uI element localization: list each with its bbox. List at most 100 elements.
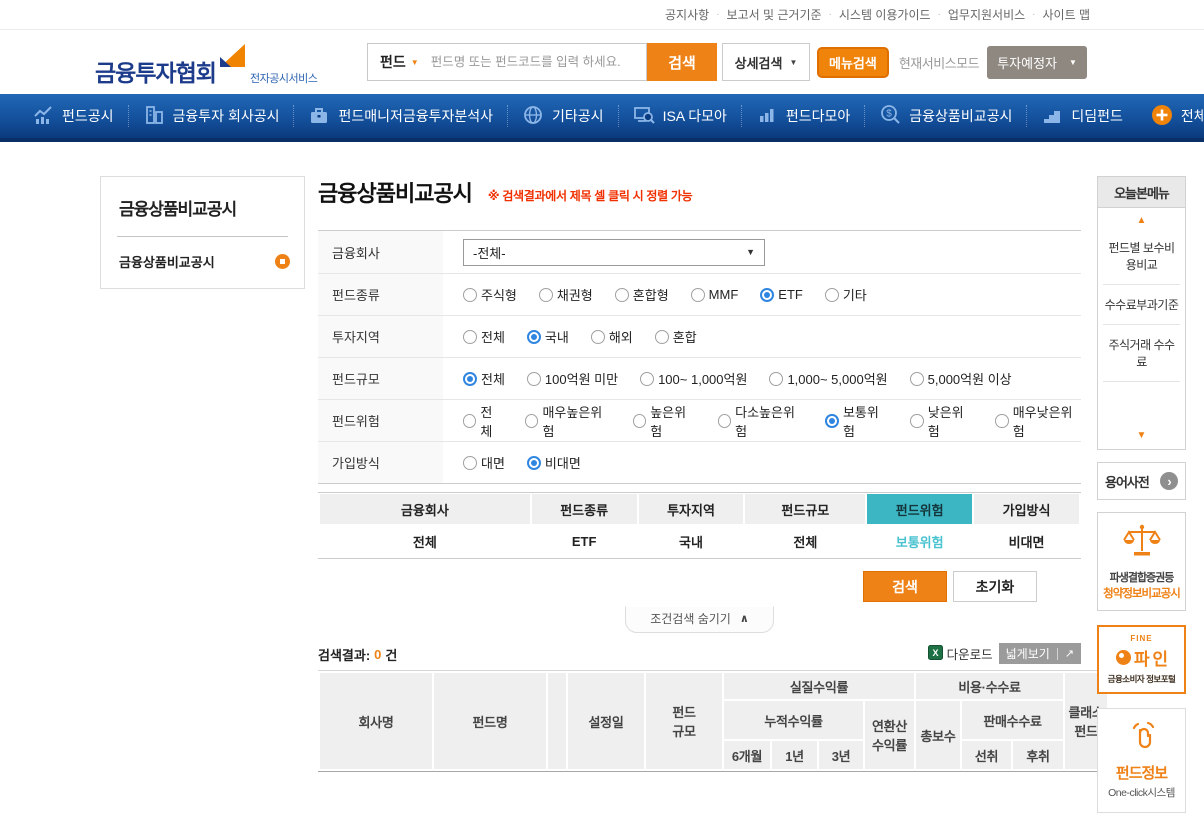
fund-chart-icon: [32, 104, 54, 129]
kofia-logo[interactable]: 금융투자협회 전자공시서비스: [95, 43, 317, 88]
column-header-company[interactable]: 회사명: [320, 673, 432, 769]
radio-icon: [640, 372, 654, 386]
chevron-up-icon: ∧: [740, 612, 749, 625]
nav-item-product-comparison[interactable]: $ 금융상품비교공시: [865, 94, 1026, 138]
fund-info-oneclick-banner[interactable]: 펀드정보 One-click시스템: [1097, 708, 1186, 813]
left-sidebar: 금융상품비교공시 금융상품비교공시: [100, 176, 305, 289]
glossary-link[interactable]: 용어사전 ›: [1097, 462, 1186, 500]
radio-option[interactable]: 전체: [463, 402, 503, 440]
radio-option[interactable]: 채권형: [539, 285, 593, 304]
column-header-annualized[interactable]: 연환산 수익률: [865, 701, 914, 769]
column-header-3year[interactable]: 3년: [819, 741, 863, 769]
nav-item-label: 전체메뉴: [1181, 106, 1204, 126]
column-header-fund-size[interactable]: 펀드 규모: [646, 673, 722, 769]
scroll-down-icon[interactable]: ▼: [1137, 429, 1147, 443]
summary-header: 가입방식: [974, 494, 1079, 524]
results-unit: 건: [385, 645, 397, 664]
summary-value: 국내: [639, 525, 744, 557]
menu-search-button[interactable]: 메뉴검색: [817, 47, 889, 78]
radio-option[interactable]: MMF: [691, 287, 739, 302]
radio-label: 혼합형: [633, 285, 669, 304]
column-header-real-return[interactable]: 실질수익률: [724, 673, 914, 699]
radio-option[interactable]: 100~ 1,000억원: [640, 369, 747, 388]
search-category-value: 펀드: [380, 52, 406, 72]
search-input[interactable]: [423, 55, 646, 69]
nav-item-company-disclosure[interactable]: 금융투자 회사공시: [129, 94, 294, 138]
radio-option[interactable]: 1,000~ 5,000억원: [769, 369, 887, 388]
radio-option-selected[interactable]: 국내: [527, 327, 569, 346]
radio-option[interactable]: 기타: [825, 285, 867, 304]
nav-item-label: ISA 다모아: [663, 106, 727, 126]
search-button[interactable]: 검색: [647, 43, 717, 81]
fine-logo-row: 파 인: [1100, 645, 1183, 670]
nav-item-other-disclosure[interactable]: 기타공시: [508, 94, 618, 138]
today-menu-item[interactable]: 주식거래 수수료: [1103, 325, 1180, 382]
radio-icon: [825, 414, 838, 428]
column-header-cost-fee[interactable]: 비용·수수료: [916, 673, 1063, 699]
radio-option[interactable]: 5,000억원 이상: [910, 369, 1012, 388]
filter-reset-button[interactable]: 초기화: [953, 571, 1037, 602]
column-header-cum-return[interactable]: 누적수익률: [724, 701, 863, 739]
topbar-link-sitemap[interactable]: 사이트 맵: [1043, 6, 1091, 23]
radio-option[interactable]: 전체: [463, 327, 505, 346]
derivatives-banner[interactable]: 파생결합증권등 청약정보비교공시: [1097, 512, 1186, 611]
hide-filter-toggle[interactable]: 조건검색 숨기기 ∧: [625, 606, 774, 633]
radio-option[interactable]: 100억원 미만: [527, 369, 618, 388]
column-header-fund-name[interactable]: 펀드명: [434, 673, 546, 769]
filter-row-fund-type: 펀드종류 주식형 채권형 혼합형 MMF ETF 기타: [318, 273, 1081, 315]
radio-option-selected[interactable]: ETF: [760, 287, 803, 302]
nav-item-fund-manager-analyst[interactable]: 펀드매니저금융투자분석사: [294, 94, 507, 138]
radio-option-selected[interactable]: 전체: [463, 369, 505, 388]
scroll-up-icon[interactable]: ▲: [1137, 214, 1147, 228]
sidebar-item-product-comparison[interactable]: 금융상품비교공시: [101, 237, 304, 288]
wide-view-label: 넓게보기: [1006, 645, 1050, 662]
filter-label: 펀드종류: [318, 274, 443, 315]
globe-icon: [522, 104, 544, 129]
column-header-6month[interactable]: 6개월: [724, 741, 770, 769]
column-header-set-date[interactable]: 설정일: [568, 673, 644, 769]
nav-item-fund-disclosure[interactable]: 펀드공시: [18, 94, 128, 138]
radio-icon: [591, 330, 605, 344]
svg-text:$: $: [887, 108, 893, 119]
search-category-dropdown[interactable]: 펀드 ▼: [368, 52, 423, 72]
radio-option[interactable]: 낮은위험: [910, 402, 973, 440]
sidebar-item-label: 금융상품비교공시: [119, 252, 215, 271]
radio-label: 전체: [481, 369, 505, 388]
radio-option[interactable]: 매우낮은위험: [995, 402, 1081, 440]
column-header-total-fee[interactable]: 총보수: [916, 701, 960, 769]
radio-option[interactable]: 대면: [463, 453, 505, 472]
company-select[interactable]: -전체- ▼: [463, 239, 765, 266]
column-header-1year[interactable]: 1년: [772, 741, 817, 769]
advanced-search-button[interactable]: 상세검색 ▼: [722, 43, 810, 81]
column-header-sales-fee[interactable]: 판매수수료: [962, 701, 1063, 739]
topbar-link-support-service[interactable]: 업무지원서비스: [948, 6, 1025, 23]
excel-download-link[interactable]: X 다운로드: [928, 644, 993, 663]
topbar-link-report-basis[interactable]: 보고서 및 근거기준: [727, 6, 822, 23]
column-header-back-fee[interactable]: 후취: [1013, 741, 1063, 769]
radio-option[interactable]: 높은위험: [633, 402, 696, 440]
topbar-link-notice[interactable]: 공지사항: [665, 6, 709, 23]
radio-option[interactable]: 매우높은위험: [525, 402, 611, 440]
title-row: 금융상품비교공시 ※ 검색결과에서 제목 셀 클릭 시 정렬 가능: [318, 176, 1081, 208]
filter-content: 대면 비대면: [443, 442, 1081, 483]
today-menu-title: 오늘본메뉴: [1097, 176, 1186, 208]
wide-view-button[interactable]: 넓게보기 ↗: [999, 643, 1081, 664]
today-menu-item[interactable]: 펀드별 보수비용비교: [1103, 228, 1180, 285]
service-mode-dropdown[interactable]: 투자예정자 ▼: [987, 46, 1087, 79]
nav-item-didim-fund[interactable]: 디딤펀드: [1027, 94, 1137, 138]
topbar-link-system-guide[interactable]: 시스템 이용가이드: [839, 6, 931, 23]
filter-search-button[interactable]: 검색: [863, 571, 947, 602]
nav-item-all-menu[interactable]: 전체메뉴: [1137, 94, 1204, 138]
today-menu-item[interactable]: 수수료부과기준: [1103, 285, 1180, 325]
radio-option-selected[interactable]: 비대면: [527, 453, 581, 472]
radio-option[interactable]: 혼합형: [615, 285, 669, 304]
radio-option-selected[interactable]: 보통위험: [825, 402, 888, 440]
radio-option[interactable]: 다소높은위험: [718, 402, 804, 440]
fine-portal-banner[interactable]: FINE 파 인 금융소비자 정보포털: [1097, 625, 1186, 694]
column-header-front-fee[interactable]: 선취: [962, 741, 1011, 769]
radio-option[interactable]: 혼합: [655, 327, 697, 346]
radio-option[interactable]: 주식형: [463, 285, 517, 304]
radio-option[interactable]: 해외: [591, 327, 633, 346]
nav-item-fund-damoa[interactable]: 펀드다모아: [742, 94, 864, 138]
nav-item-isa-damoa[interactable]: ISA 다모아: [619, 94, 741, 138]
